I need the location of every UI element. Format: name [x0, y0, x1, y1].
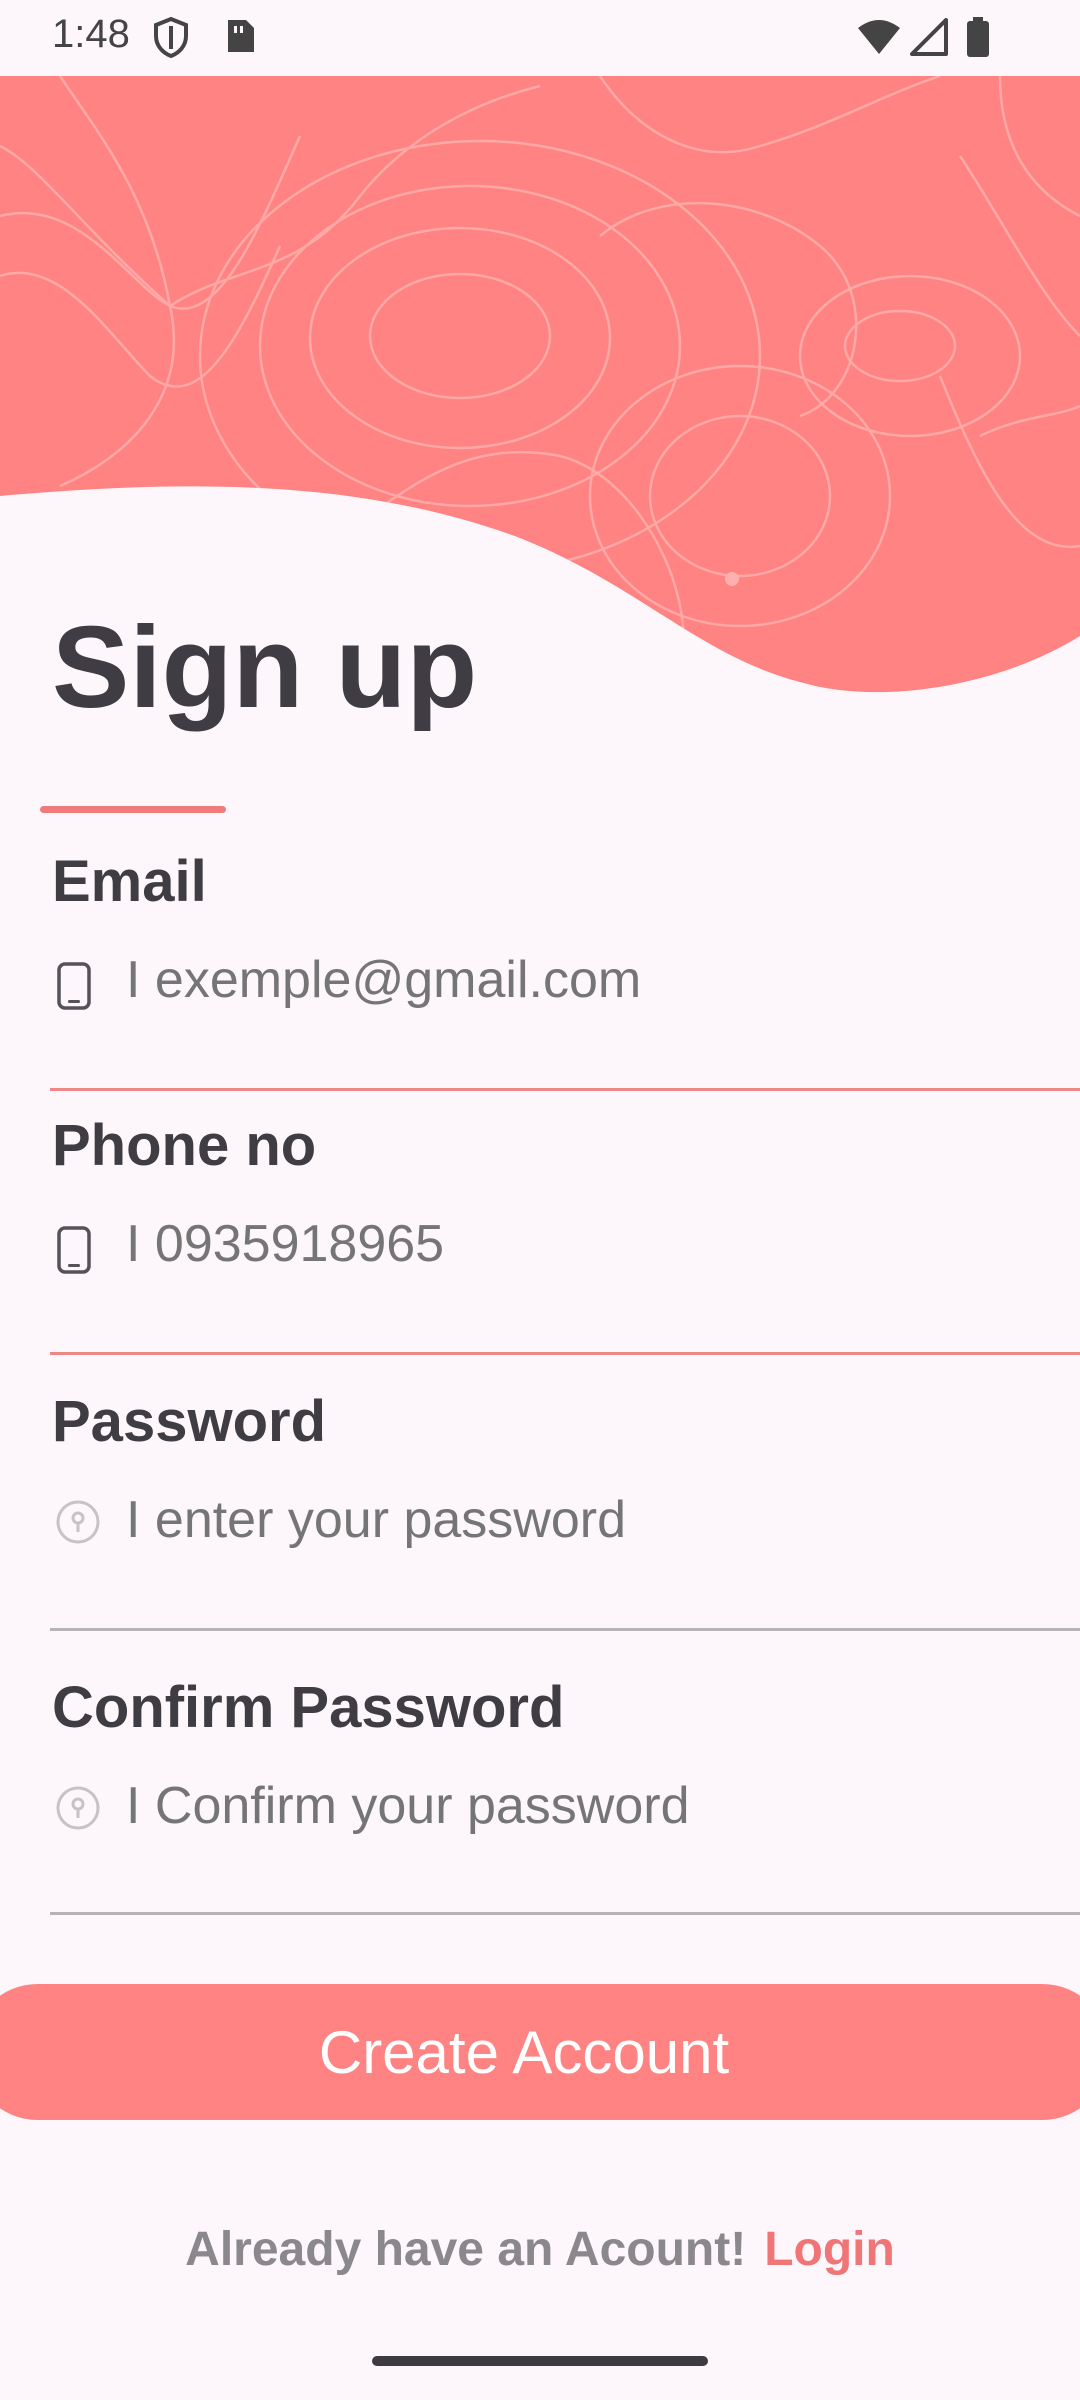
- battery-icon: [964, 16, 992, 63]
- key-icon: [54, 1498, 102, 1551]
- page-title: Sign up: [52, 602, 478, 732]
- shield-icon: [152, 16, 190, 63]
- signal-icon: [908, 18, 948, 61]
- password-field-underline: [50, 1628, 1080, 1631]
- create-account-label: Create Account: [318, 2018, 730, 2086]
- wifi-icon: [856, 18, 902, 61]
- confirm-password-label: Confirm Password: [52, 1675, 565, 1740]
- confirm-password-input[interactable]: [126, 1776, 1026, 1836]
- title-underline: [40, 806, 226, 813]
- email-label: Email: [52, 849, 207, 914]
- phone-icon: [54, 1224, 94, 1281]
- phone-icon: [54, 960, 94, 1017]
- status-time: 1:48: [52, 12, 130, 56]
- login-prompt: Already have an Acount! Login: [0, 2222, 1080, 2277]
- create-account-button[interactable]: Create Account: [0, 1984, 1080, 2120]
- phone-field: Phone no: [50, 1112, 1080, 1362]
- password-input[interactable]: [126, 1490, 1026, 1550]
- login-prompt-text: Already have an Acount!: [185, 2223, 747, 2276]
- confirm-password-field-underline: [50, 1912, 1080, 1915]
- home-indicator[interactable]: [372, 2356, 708, 2366]
- login-link[interactable]: Login: [764, 2223, 895, 2276]
- phone-input[interactable]: [126, 1214, 1026, 1274]
- phone-field-underline: [50, 1352, 1080, 1355]
- email-field-underline: [50, 1088, 1080, 1091]
- status-bar: 1:48: [0, 0, 1080, 76]
- email-field: Email: [50, 848, 1080, 1098]
- sim-card-icon: [224, 16, 256, 61]
- confirm-password-field: Confirm Password: [50, 1674, 1080, 1924]
- key-icon: [54, 1784, 102, 1837]
- phone-label: Phone no: [52, 1113, 317, 1178]
- password-label: Password: [52, 1389, 326, 1454]
- email-input[interactable]: [126, 950, 1026, 1010]
- password-field: Password: [50, 1388, 1080, 1638]
